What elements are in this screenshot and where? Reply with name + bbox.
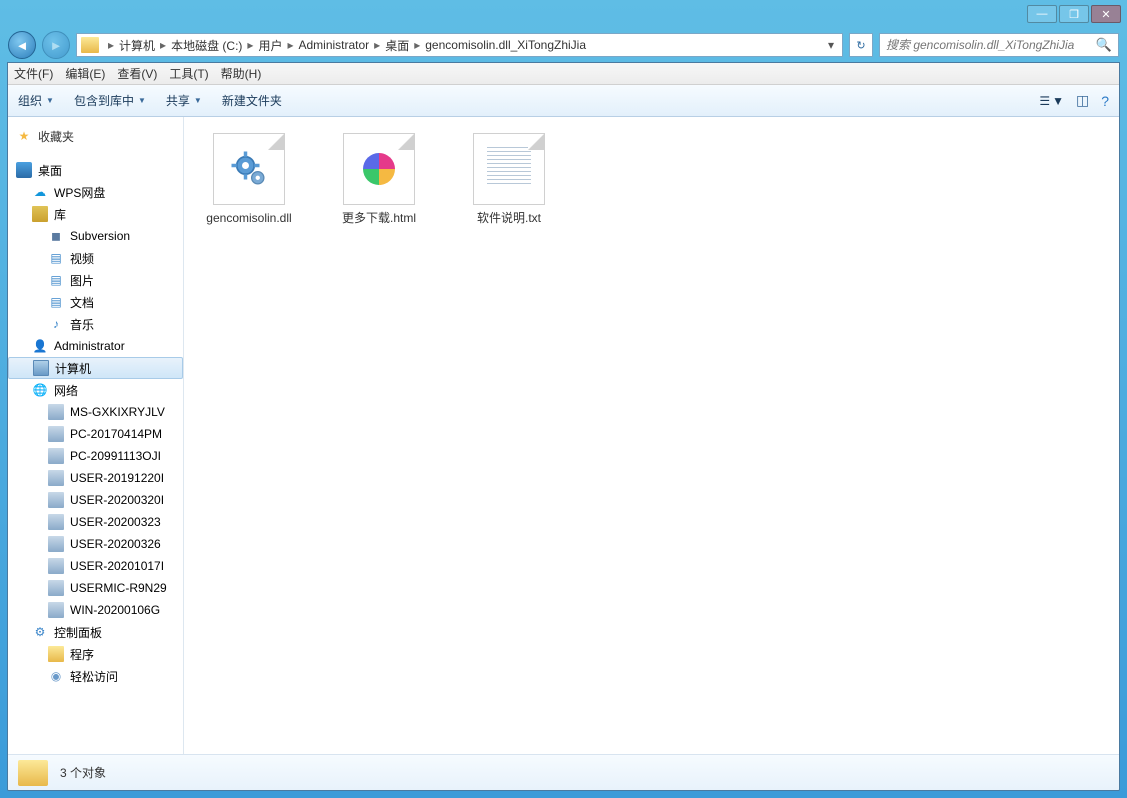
file-label: 更多下载.html bbox=[342, 211, 416, 227]
tree-net-pc-5[interactable]: USER-20200320I bbox=[8, 489, 183, 511]
file-html[interactable]: 更多下载.html bbox=[324, 133, 434, 227]
menu-edit[interactable]: 编辑(E) bbox=[65, 65, 105, 82]
crumb-drive[interactable]: 本地磁盘 (C:) bbox=[169, 37, 244, 54]
toolbar-share[interactable]: 共享▼ bbox=[166, 92, 202, 109]
titlebar: — ❐ ✕ bbox=[0, 0, 1127, 28]
address-bar[interactable]: ▸ 计算机▸ 本地磁盘 (C:)▸ 用户▸ Administrator▸ 桌面▸… bbox=[76, 33, 843, 57]
back-button[interactable]: ◄ bbox=[8, 31, 36, 59]
menu-view[interactable]: 查看(V) bbox=[117, 65, 157, 82]
menu-help[interactable]: 帮助(H) bbox=[221, 65, 262, 82]
tree-computer[interactable]: 计算机 bbox=[8, 357, 183, 379]
tree-net-pc-2[interactable]: PC-20170414PM bbox=[8, 423, 183, 445]
txt-icon bbox=[473, 133, 545, 205]
address-dropdown[interactable]: ▾ bbox=[824, 38, 838, 52]
forward-button[interactable]: ► bbox=[42, 31, 70, 59]
tree-net-pc-10[interactable]: WIN-20200106G bbox=[8, 599, 183, 621]
folder-icon bbox=[81, 37, 99, 53]
status-count: 3 个对象 bbox=[60, 764, 106, 781]
tree-net-pc-1[interactable]: MS-GXKIXRYJLV bbox=[8, 401, 183, 423]
minimize-button[interactable]: — bbox=[1027, 5, 1057, 23]
html-icon bbox=[343, 133, 415, 205]
crumb-admin[interactable]: Administrator bbox=[296, 38, 371, 52]
tree-ease-access[interactable]: ◉轻松访问 bbox=[8, 665, 183, 687]
search-icon: 🔍 bbox=[1096, 37, 1112, 53]
file-label: gencomisolin.dll bbox=[206, 211, 291, 227]
toolbar-help-button[interactable]: ? bbox=[1101, 93, 1109, 109]
tree-pictures[interactable]: ▤图片 bbox=[8, 269, 183, 291]
crumb-desktop[interactable]: 桌面 bbox=[383, 37, 411, 54]
tree-network[interactable]: 🌐网络 bbox=[8, 379, 183, 401]
tree-favorites[interactable]: ★收藏夹 bbox=[8, 125, 183, 147]
toolbar-preview-pane-button[interactable]: ◫ bbox=[1076, 92, 1089, 109]
status-bar: 3 个对象 bbox=[8, 754, 1119, 790]
toolbar-organize[interactable]: 组织▼ bbox=[18, 92, 54, 109]
menu-file[interactable]: 文件(F) bbox=[14, 65, 53, 82]
menu-bar: 文件(F) 编辑(E) 查看(V) 工具(T) 帮助(H) bbox=[8, 63, 1119, 85]
tree-video[interactable]: ▤视频 bbox=[8, 247, 183, 269]
toolbar-include-library[interactable]: 包含到库中▼ bbox=[74, 92, 146, 109]
tree-subversion[interactable]: ◼Subversion bbox=[8, 225, 183, 247]
nav-bar: ◄ ► ▸ 计算机▸ 本地磁盘 (C:)▸ 用户▸ Administrator▸… bbox=[0, 28, 1127, 62]
crumb-computer[interactable]: 计算机 bbox=[117, 37, 157, 54]
crumb-users[interactable]: 用户 bbox=[256, 37, 284, 54]
tree-net-pc-6[interactable]: USER-20200323 bbox=[8, 511, 183, 533]
refresh-button[interactable]: ↻ bbox=[849, 33, 873, 57]
tree-music[interactable]: ♪音乐 bbox=[8, 313, 183, 335]
tree-net-pc-8[interactable]: USER-20201017I bbox=[8, 555, 183, 577]
tree-libraries[interactable]: 库 bbox=[8, 203, 183, 225]
tree-net-pc-3[interactable]: PC-20991113OJI bbox=[8, 445, 183, 467]
tree-net-pc-4[interactable]: USER-20191220I bbox=[8, 467, 183, 489]
search-box[interactable]: 🔍 bbox=[879, 33, 1119, 57]
maximize-button[interactable]: ❐ bbox=[1059, 5, 1089, 23]
tree-wps[interactable]: ☁WPS网盘 bbox=[8, 181, 183, 203]
file-txt[interactable]: 软件说明.txt bbox=[454, 133, 564, 227]
navigation-pane[interactable]: ★收藏夹 桌面 ☁WPS网盘 库 ◼Subversion ▤视频 ▤图片 ▤文档… bbox=[8, 117, 184, 754]
menu-tools[interactable]: 工具(T) bbox=[169, 65, 208, 82]
file-dll[interactable]: gencomisolin.dll bbox=[194, 133, 304, 227]
status-folder-icon bbox=[18, 760, 48, 786]
tree-net-pc-7[interactable]: USER-20200326 bbox=[8, 533, 183, 555]
tree-desktop[interactable]: 桌面 bbox=[8, 159, 183, 181]
tree-net-pc-9[interactable]: USERMIC-R9N29 bbox=[8, 577, 183, 599]
file-list[interactable]: gencomisolin.dll 更多下载.html 软件说明.txt bbox=[184, 117, 1119, 754]
tree-control-panel[interactable]: ⚙控制面板 bbox=[8, 621, 183, 643]
toolbar-new-folder[interactable]: 新建文件夹 bbox=[222, 92, 282, 109]
crumb-folder[interactable]: gencomisolin.dll_XiTongZhiJia bbox=[423, 38, 588, 52]
file-label: 软件说明.txt bbox=[477, 211, 541, 227]
toolbar-view-button[interactable]: ☰▼ bbox=[1039, 94, 1064, 108]
dll-icon bbox=[213, 133, 285, 205]
close-button[interactable]: ✕ bbox=[1091, 5, 1121, 23]
tree-programs[interactable]: 程序 bbox=[8, 643, 183, 665]
search-input[interactable] bbox=[886, 38, 1096, 52]
tree-documents[interactable]: ▤文档 bbox=[8, 291, 183, 313]
toolbar: 组织▼ 包含到库中▼ 共享▼ 新建文件夹 ☰▼ ◫ ? bbox=[8, 85, 1119, 117]
tree-administrator[interactable]: 👤Administrator bbox=[8, 335, 183, 357]
